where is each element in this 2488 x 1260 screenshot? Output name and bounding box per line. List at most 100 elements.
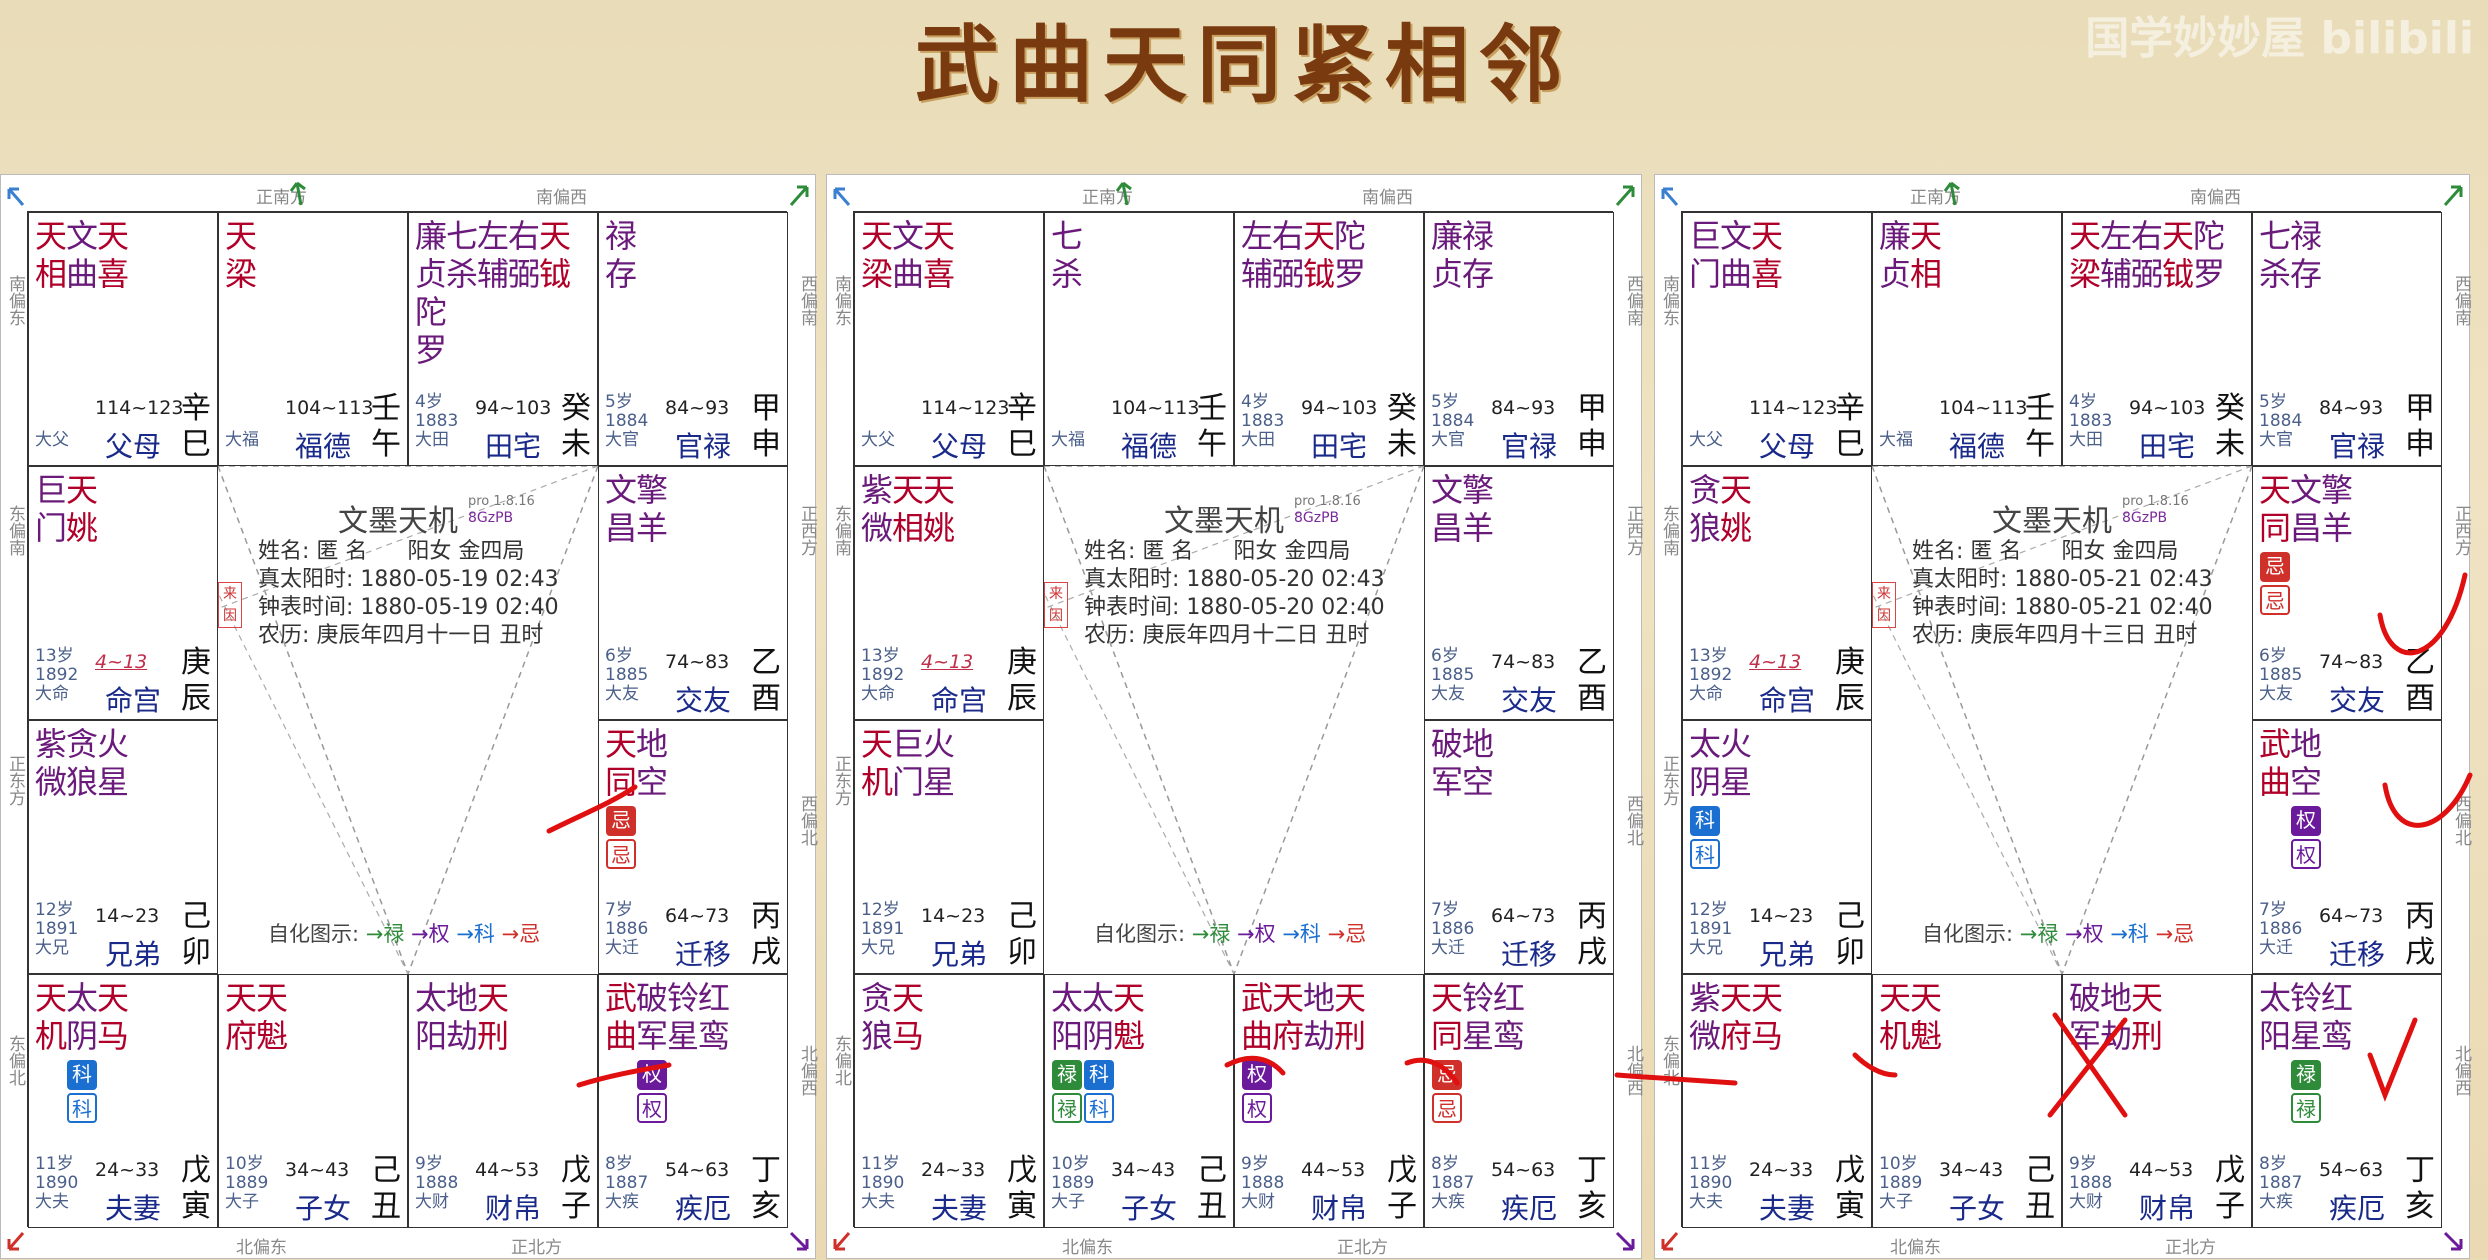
palace-cell[interactable]: 左辅右弼天钺陀罗 4岁 1883 大田 94~103 田宅癸未 bbox=[1234, 212, 1424, 466]
sihua-ke-badge: 科 bbox=[1690, 806, 1720, 836]
ganzhi: 壬午 bbox=[2025, 391, 2055, 462]
palace-cell[interactable]: 贪狼天姚 13岁 1892 大命 4~13 命宫庚辰 bbox=[1682, 466, 1872, 720]
decade-range: 14~23 bbox=[921, 905, 986, 927]
palace-cell[interactable]: 武曲破军权权铃星红鸾 8岁 1887 大疾 54~63 疾厄丁亥 bbox=[598, 974, 788, 1228]
sihua-quan-badge: 权 bbox=[2291, 839, 2321, 869]
palace-cell[interactable]: 天相文曲天喜大父 114~123 父母辛巳 bbox=[28, 212, 218, 466]
decade-range: 24~33 bbox=[921, 1159, 986, 1181]
palace-cell[interactable]: 廉贞七杀左辅右弼天钺陀罗 4岁 1883 大田 94~103 田宅癸未 bbox=[408, 212, 598, 466]
palace-cell[interactable]: 武曲权权天府地劫天刑 9岁 1888 大财 44~53 财帛戊子 bbox=[1234, 974, 1424, 1228]
star-name: 天刑 bbox=[1334, 979, 1367, 1055]
star-name: 铃星 bbox=[667, 979, 700, 1055]
decade-palace: 大官 bbox=[605, 430, 639, 450]
palace-cell[interactable]: 文昌擎羊 6岁 1885 大友 74~83 交友乙酉 bbox=[1424, 466, 1614, 720]
palace-cell[interactable]: 紫微贪狼火星 12岁 1891 大兄 14~23 兄弟己卯 bbox=[28, 720, 218, 974]
direction-label: 正南方 bbox=[1082, 188, 1133, 208]
palace-cell[interactable]: 天梁左辅右弼天钺陀罗 4岁 1883 大田 94~103 田宅癸未 bbox=[2062, 212, 2252, 466]
palace-cell[interactable]: 武曲地空权权 7岁 1886 大迁 64~73 迁移丙戌 bbox=[2252, 720, 2442, 974]
decade-range: 84~93 bbox=[2319, 397, 2384, 419]
palace-cell[interactable]: 廉贞天相大福 104~113 福德壬午 bbox=[1872, 212, 2062, 466]
decade-range: 64~73 bbox=[1491, 905, 1556, 927]
palace-name: 财帛 bbox=[1311, 1192, 1368, 1225]
star-list: 禄存 bbox=[605, 217, 783, 293]
ganzhi: 癸未 bbox=[1387, 391, 1417, 462]
palace-cell[interactable]: 天机天魁 10岁 1889 大子 34~43 子女己丑 bbox=[1872, 974, 2062, 1228]
palace-cell[interactable]: 天机太阴科科天马 11岁 1890 大夫 24~33 夫妻戊寅 bbox=[28, 974, 218, 1228]
palace-cell[interactable]: 七杀大福 104~113 福德壬午 bbox=[1044, 212, 1234, 466]
age-info: 大父 bbox=[35, 431, 69, 450]
direction-label: 正西方 bbox=[797, 505, 817, 556]
age-info: 6岁 1885 大友 bbox=[1431, 647, 1474, 704]
decade-palace: 大友 bbox=[1431, 684, 1465, 704]
age-year: 1886 bbox=[1431, 919, 1475, 939]
decade-palace: 大命 bbox=[861, 684, 895, 704]
decade-range: 104~113 bbox=[1111, 397, 1200, 419]
age-info: 11岁 1890 大夫 bbox=[861, 1155, 904, 1212]
decade-palace: 大田 bbox=[1241, 430, 1275, 450]
laiyin-badge: 来因 bbox=[1872, 582, 1896, 628]
age-info: 大父 bbox=[1689, 431, 1723, 450]
app-version: pro 1.8.16 bbox=[2122, 494, 2189, 509]
palace-cell[interactable]: 太阴科科火星 12岁 1891 大兄 14~23 兄弟己卯 bbox=[1682, 720, 1872, 974]
decade-palace: 大父 bbox=[35, 430, 69, 450]
direction-label: 正北方 bbox=[511, 1238, 562, 1258]
age-years: 5岁 bbox=[1431, 392, 1459, 412]
age-info: 5岁 1884 大官 bbox=[1431, 393, 1474, 450]
palace-cell[interactable]: 破军地劫天刑 9岁 1888 大财 44~53 财帛戊子 bbox=[2062, 974, 2252, 1228]
palace-cell[interactable]: 紫微天相天姚 13岁 1892 大命 4~13 命宫庚辰 bbox=[854, 466, 1044, 720]
direction-label: 北偏东 bbox=[236, 1238, 287, 1258]
palace-cell[interactable]: 天同忌忌文昌擎羊 6岁 1885 大友 74~83 交友乙酉 bbox=[2252, 466, 2442, 720]
palace-cell[interactable]: 天梁大福 104~113 福德壬午 bbox=[218, 212, 408, 466]
ganzhi: 乙酉 bbox=[2405, 645, 2435, 716]
age-info: 9岁 1888 大财 bbox=[2069, 1155, 2112, 1212]
palace-name: 父母 bbox=[105, 430, 162, 463]
palace-cell[interactable]: 天梁文曲天喜大父 114~123 父母辛巳 bbox=[854, 212, 1044, 466]
palace-cell[interactable]: 紫微天府天马 11岁 1890 大夫 24~33 夫妻戊寅 bbox=[1682, 974, 1872, 1228]
palace-cell[interactable]: 巨门天姚 13岁 1892 大命 4~13 命宫庚辰 bbox=[28, 466, 218, 720]
palace-cell[interactable]: 太阳铃星禄禄红鸾 8岁 1887 大疾 54~63 疾厄丁亥 bbox=[2252, 974, 2442, 1228]
palace-cell[interactable]: 贪狼天马 11岁 1890 大夫 24~33 夫妻戊寅 bbox=[854, 974, 1044, 1228]
age-year: 1888 bbox=[415, 1173, 459, 1193]
legend-ji: →忌 bbox=[501, 922, 541, 946]
palace-name: 子女 bbox=[1949, 1192, 2006, 1225]
palace-cell[interactable]: 文昌擎羊 6岁 1885 大友 74~83 交友乙酉 bbox=[598, 466, 788, 720]
age-info: 8岁 1887 大疾 bbox=[605, 1155, 648, 1212]
decade-range: 84~93 bbox=[1491, 397, 1556, 419]
palace-grid: 天相文曲天喜大父 114~123 父母辛巳天梁大福 104~113 福德壬午廉贞七杀左辅… bbox=[27, 211, 788, 1228]
palace-cell[interactable]: 天府天魁 10岁 1889 大子 34~43 子女己丑 bbox=[218, 974, 408, 1228]
sihua-lu-badge: 禄 bbox=[1052, 1060, 1082, 1090]
sihua-legend: 自化图示: →禄 →权 →科 →忌 bbox=[268, 918, 540, 948]
palace-cell[interactable]: 禄存 5岁 1884 大官 84~93 官禄甲申 bbox=[598, 212, 788, 466]
palace-cell[interactable]: 天机巨门火星 12岁 1891 大兄 14~23 兄弟己卯 bbox=[854, 720, 1044, 974]
decade-palace: 大兄 bbox=[1689, 938, 1723, 958]
palace-cell[interactable]: 天同忌忌铃星红鸾 8岁 1887 大疾 54~63 疾厄丁亥 bbox=[1424, 974, 1614, 1228]
star-name: 文昌 bbox=[1431, 471, 1464, 547]
age-years: 9岁 bbox=[415, 1154, 443, 1174]
age-year: 1889 bbox=[1879, 1173, 1923, 1193]
info-lunar: 农历: 庚辰年四月十一日 丑时 bbox=[258, 623, 544, 648]
decade-range: 64~73 bbox=[665, 905, 730, 927]
decade-range: 44~53 bbox=[1301, 1159, 1366, 1181]
ganzhi: 己丑 bbox=[1197, 1153, 1227, 1224]
decade-range: 24~33 bbox=[95, 1159, 160, 1181]
palace-cell[interactable]: 巨门文曲天喜大父 114~123 父母辛巳 bbox=[1682, 212, 1872, 466]
palace-cell[interactable]: 七杀禄存 5岁 1884 大官 84~93 官禄甲申 bbox=[2252, 212, 2442, 466]
age-years: 11岁 bbox=[35, 1154, 74, 1174]
palace-cell[interactable]: 天同忌忌地空 7岁 1886 大迁 64~73 迁移丙戌 bbox=[598, 720, 788, 974]
direction-label: 北偏西 bbox=[2451, 1045, 2471, 1096]
star-name: 武曲 bbox=[605, 979, 638, 1055]
star-name: 天钺 bbox=[2162, 217, 2195, 293]
palace-cell[interactable]: 破军地空 7岁 1886 大迁 64~73 迁移丙戌 bbox=[1424, 720, 1614, 974]
palace-cell[interactable]: 太阳地劫天刑 9岁 1888 大财 44~53 财帛戊子 bbox=[408, 974, 598, 1228]
ganzhi: 癸未 bbox=[2215, 391, 2245, 462]
star-list: 天梁左辅右弼天钺陀罗 bbox=[2069, 217, 2247, 293]
palace-name: 命宫 bbox=[1759, 684, 1816, 717]
palace-name: 交友 bbox=[2329, 684, 2386, 717]
palace-name: 财帛 bbox=[485, 1192, 542, 1225]
direction-label: 东偏北 bbox=[1659, 1035, 1679, 1086]
palace-cell[interactable]: 太阳禄科禄科太阴天魁 10岁 1889 大子 34~43 子女己丑 bbox=[1044, 974, 1234, 1228]
age-year: 1892 bbox=[1689, 665, 1733, 685]
sihua-ji-badge: 忌 bbox=[1432, 1060, 1462, 1090]
direction-label: 南偏东 bbox=[1659, 275, 1679, 326]
palace-cell[interactable]: 廉贞禄存 5岁 1884 大官 84~93 官禄甲申 bbox=[1424, 212, 1614, 466]
